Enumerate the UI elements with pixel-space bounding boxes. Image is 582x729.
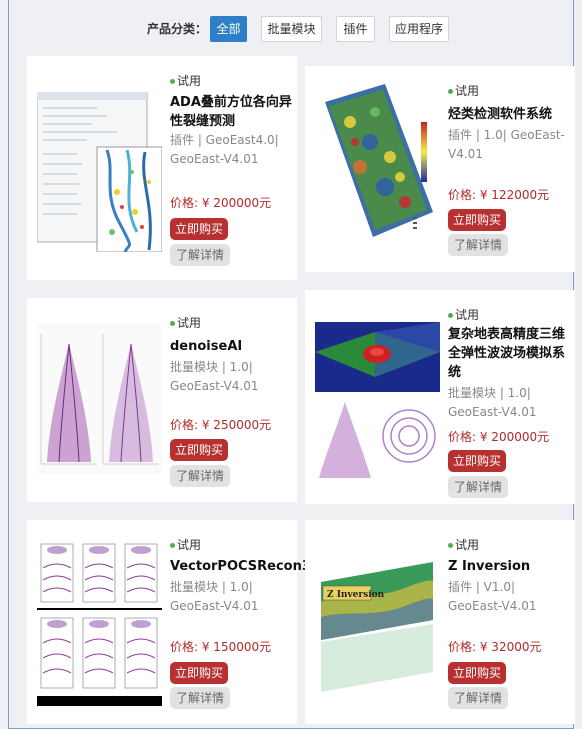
product-price: 价格: ¥ 200000元 [170,196,272,210]
trial-dot-icon [448,543,453,548]
product-price: 价格: ¥ 250000元 [170,418,272,432]
buy-now-button[interactable]: 立即购买 [170,662,229,684]
product-meta: 批量模块 | 1.0| GeoEast-V4.01 [448,386,537,419]
trial-dot-icon [448,89,453,94]
filter-all-button[interactable]: 全部 [210,16,247,42]
product-image[interactable] [315,322,440,480]
trial-dot-icon [170,79,175,84]
product-card[interactable]: 试用 VectorPOCSRecon3D 批量模块 | 1.0| GeoEast… [27,520,322,724]
product-image[interactable] [37,538,162,706]
learn-more-button[interactable]: 了解详情 [448,234,509,256]
product-title[interactable]: 烃类检测软件系统 [448,105,571,124]
trial-tag: 试用 [448,536,571,553]
trial-dot-icon [170,543,175,548]
filter-application-button[interactable]: 应用程序 [389,16,449,42]
product-card[interactable]: 试用 烃类检测软件系统 插件 | 1.0| GeoEast-V4.01 价格: … [305,66,575,272]
buy-now-button[interactable]: 立即购买 [448,450,507,472]
product-title[interactable]: Z Inversion [448,557,571,576]
product-card[interactable]: 试用 ADA叠前方位各向异性裂缝预测 插件 | GeoEast4.0| GeoE… [27,56,297,280]
product-title[interactable]: 复杂地表高精度三维全弹性波波场模拟系统 [448,325,571,382]
product-title[interactable]: denoiseAI [170,337,293,356]
buy-now-button[interactable]: 立即购买 [448,662,507,684]
filter-label: 产品分类： [147,22,208,36]
product-price: 价格: ¥ 200000元 [448,430,550,444]
trial-dot-icon [448,313,453,318]
product-meta: 插件 | 1.0| GeoEast-V4.01 [448,128,565,161]
trial-tag: 试用 [170,72,293,89]
buy-now-button[interactable]: 立即购买 [170,439,229,461]
product-card[interactable]: 试用 复杂地表高精度三维全弹性波波场模拟系统 批量模块 | 1.0| GeoEa… [305,290,575,504]
product-meta: 批量模块 | 1.0| GeoEast-V4.01 [170,580,259,613]
learn-more-button[interactable]: 了解详情 [448,687,509,709]
learn-more-button[interactable]: 了解详情 [170,687,231,709]
category-filter: 产品分类： 全部 批量模块 插件 应用程序 [9,16,573,42]
product-price: 价格: ¥ 150000元 [170,640,272,654]
image-caption: Z Inversion [327,590,385,600]
trial-tag: 试用 [448,82,571,99]
product-price: 价格: ¥ 32000元 [448,640,542,654]
product-image[interactable]: Z Inversion [315,542,440,702]
product-image[interactable] [37,92,162,252]
filter-plugin-button[interactable]: 插件 [336,16,375,42]
product-title[interactable]: ADA叠前方位各向异性裂缝预测 [170,93,293,131]
product-meta: 插件 | V1.0| GeoEast-V4.01 [448,580,537,613]
trial-dot-icon [170,321,175,326]
filter-batch-module-button[interactable]: 批量模块 [261,16,322,42]
product-title[interactable]: VectorPOCSRecon3D [170,557,322,576]
learn-more-button[interactable]: 了解详情 [448,476,509,498]
learn-more-button[interactable]: 了解详情 [170,244,231,266]
product-card[interactable]: Z Inversion 试用 Z Inversion 插件 | V1.0| Ge… [305,520,575,724]
learn-more-button[interactable]: 了解详情 [170,465,231,487]
product-list-frame: 产品分类： 全部 批量模块 插件 应用程序 试用 ADA叠前方位各向异性裂缝预测… [8,0,575,729]
product-card[interactable]: 试用 denoiseAI 批量模块 | 1.0| GeoEast-V4.01 价… [27,298,297,502]
trial-tag: 试用 [448,306,571,323]
buy-now-button[interactable]: 立即购买 [170,218,229,240]
product-price: 价格: ¥ 122000元 [448,188,550,202]
product-image[interactable] [315,82,440,252]
trial-tag: 试用 [170,536,293,553]
product-image[interactable] [37,324,162,474]
buy-now-button[interactable]: 立即购买 [448,209,507,231]
trial-tag: 试用 [170,314,293,331]
product-meta: 插件 | GeoEast4.0| GeoEast-V4.01 [170,133,279,166]
product-meta: 批量模块 | 1.0| GeoEast-V4.01 [170,360,259,393]
